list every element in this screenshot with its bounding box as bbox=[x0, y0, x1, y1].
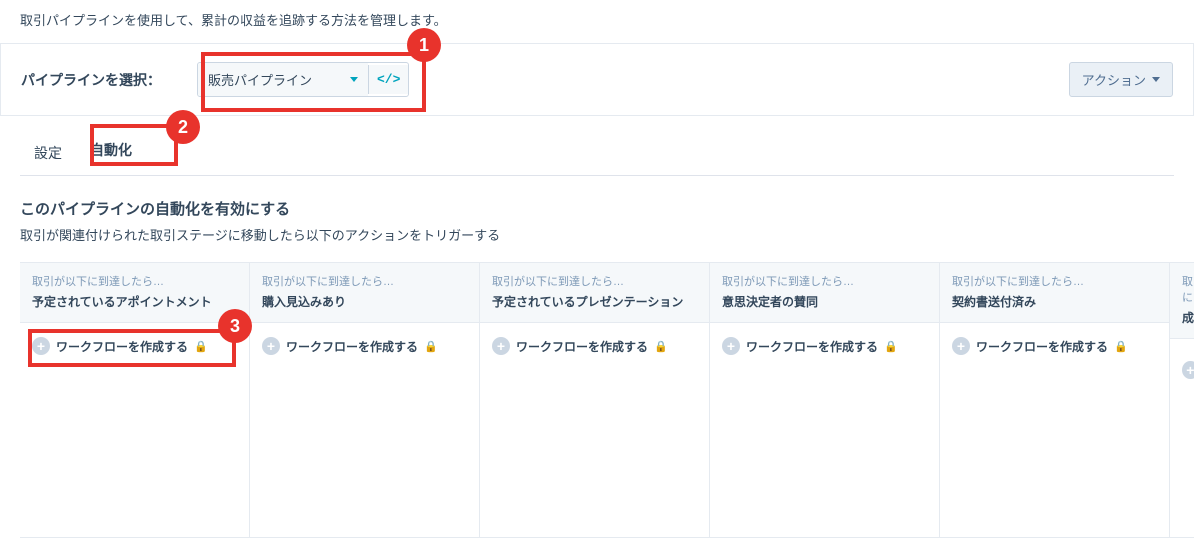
stage-row: 3 取引が以下に到達したら… 予定されているアポイントメント + ワークフローを… bbox=[20, 262, 1194, 538]
create-workflow-label: ワークフローを作成する bbox=[976, 338, 1108, 355]
stage-title: 成約 bbox=[1182, 309, 1194, 326]
pipeline-select-group: 販売パイプライン </> bbox=[197, 62, 409, 97]
embed-code-button[interactable]: </> bbox=[368, 65, 408, 94]
automation-section-subtitle: 取引が関連付けられた取引ステージに移動したら以下のアクションをトリガーする bbox=[20, 225, 1174, 244]
plus-circle-icon: + bbox=[1182, 361, 1194, 379]
highlight-badge-2: 2 bbox=[166, 110, 200, 144]
create-workflow-button[interactable]: + ワークフローを作成する 🔒 bbox=[262, 337, 467, 355]
lock-icon: 🔒 bbox=[1114, 340, 1128, 353]
caret-down-icon bbox=[350, 77, 358, 82]
pipeline-select-label: パイプラインを選択： bbox=[21, 70, 161, 90]
tab-automation[interactable]: 自動化 bbox=[76, 130, 146, 175]
lock-icon: 🔒 bbox=[884, 340, 898, 353]
stage-column: 取引が以下に到達したら… 予定されているアポイントメント + ワークフローを作成… bbox=[20, 263, 250, 538]
lock-icon: 🔒 bbox=[654, 340, 668, 353]
stage-pretext: 取引が以下に到達したら… bbox=[722, 273, 927, 289]
stage-header: 取引が以下に 成約 bbox=[1170, 263, 1194, 339]
stage-title: 購入見込みあり bbox=[262, 293, 467, 310]
stage-column: 取引が以下に到達したら… 購入見込みあり + ワークフローを作成する 🔒 bbox=[250, 263, 480, 538]
stage-pretext: 取引が以下に到達したら… bbox=[262, 273, 467, 289]
stage-header: 取引が以下に到達したら… 購入見込みあり bbox=[250, 263, 479, 323]
automation-section-header: このパイプラインの自動化を有効にする 取引が関連付けられた取引ステージに移動した… bbox=[20, 198, 1174, 244]
stage-pretext: 取引が以下に到達したら… bbox=[32, 273, 237, 289]
create-workflow-label: ワークフローを作成する bbox=[286, 338, 418, 355]
create-workflow-button[interactable]: + ワークフローを作成する 🔒 bbox=[722, 337, 927, 355]
stage-header: 取引が以下に到達したら… 意思決定者の賛同 bbox=[710, 263, 939, 323]
tab-settings[interactable]: 設定 bbox=[20, 133, 76, 175]
pipeline-selector-bar: 1 パイプラインを選択： 販売パイプライン </> アクション bbox=[0, 43, 1194, 116]
stage-column: 取引が以下に到達したら… 意思決定者の賛同 + ワークフローを作成する 🔒 bbox=[710, 263, 940, 538]
pipeline-select-value: 販売パイプライン bbox=[208, 70, 312, 89]
create-workflow-button[interactable]: + ワークフローを作成する 🔒 bbox=[492, 337, 697, 355]
stage-pretext: 取引が以下に到達したら… bbox=[492, 273, 697, 289]
stage-header: 取引が以下に到達したら… 予定されているアポイントメント bbox=[20, 263, 249, 323]
stage-header: 取引が以下に到達したら… 予定されているプレゼンテーション bbox=[480, 263, 709, 323]
create-workflow-label: ワークフローを作成する bbox=[746, 338, 878, 355]
stage-column: 取引が以下に 成約 + ワーク bbox=[1170, 263, 1194, 538]
create-workflow-button[interactable]: + ワーク bbox=[1182, 353, 1194, 387]
stage-title: 予定されているプレゼンテーション bbox=[492, 293, 697, 310]
plus-circle-icon: + bbox=[32, 337, 50, 355]
highlight-badge-1: 1 bbox=[407, 28, 441, 62]
stage-column: 取引が以下に到達したら… 予定されているプレゼンテーション + ワークフローを作… bbox=[480, 263, 710, 538]
tabs-row: 2 設定 自動化 bbox=[20, 130, 1174, 176]
create-workflow-label: ワークフローを作成する bbox=[56, 338, 188, 355]
create-workflow-label: ワークフローを作成する bbox=[516, 338, 648, 355]
stage-pretext: 取引が以下に bbox=[1182, 273, 1194, 305]
intro-text: 取引パイプラインを使用して、累計の収益を追跡する方法を管理します。 bbox=[0, 0, 1194, 43]
stage-header: 取引が以下に到達したら… 契約書送付済み bbox=[940, 263, 1169, 323]
stage-title: 契約書送付済み bbox=[952, 293, 1157, 310]
plus-circle-icon: + bbox=[492, 337, 510, 355]
lock-icon: 🔒 bbox=[424, 340, 438, 353]
stage-title: 意思決定者の賛同 bbox=[722, 293, 927, 310]
lock-icon: 🔒 bbox=[194, 340, 208, 353]
plus-circle-icon: + bbox=[262, 337, 280, 355]
actions-button-label: アクション bbox=[1082, 70, 1146, 89]
pipeline-select[interactable]: 販売パイプライン bbox=[198, 63, 368, 96]
stage-pretext: 取引が以下に到達したら… bbox=[952, 273, 1157, 289]
plus-circle-icon: + bbox=[952, 337, 970, 355]
actions-button[interactable]: アクション bbox=[1069, 62, 1173, 97]
highlight-badge-3: 3 bbox=[218, 309, 252, 343]
automation-section-title: このパイプラインの自動化を有効にする bbox=[20, 198, 1174, 219]
create-workflow-button[interactable]: + ワークフローを作成する 🔒 bbox=[32, 337, 237, 355]
plus-circle-icon: + bbox=[722, 337, 740, 355]
caret-down-icon bbox=[1152, 77, 1160, 82]
stage-title: 予定されているアポイントメント bbox=[32, 293, 237, 310]
create-workflow-button[interactable]: + ワークフローを作成する 🔒 bbox=[952, 337, 1157, 355]
stage-column: 取引が以下に到達したら… 契約書送付済み + ワークフローを作成する 🔒 bbox=[940, 263, 1170, 538]
